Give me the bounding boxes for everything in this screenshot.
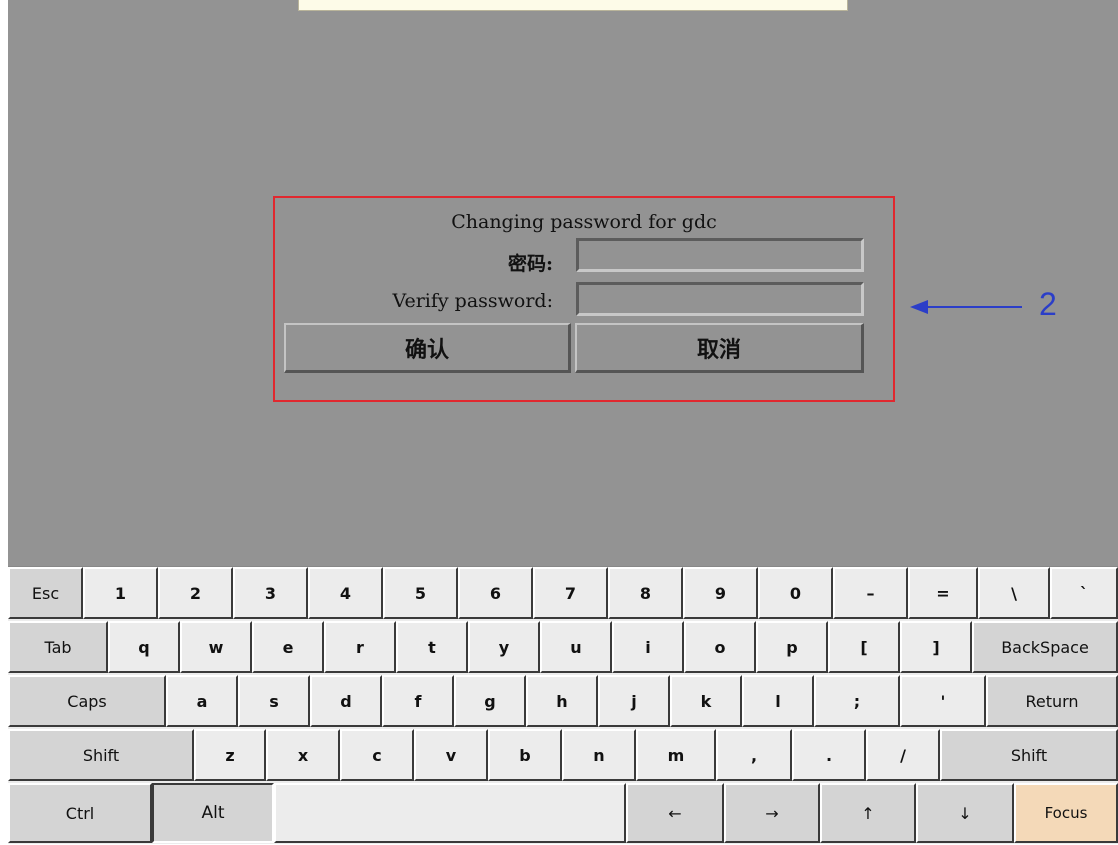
desktop-background: Changing password for gdc 密码: Verify pas…	[8, 0, 1118, 566]
keyboard-row-controls: Ctrl Alt ← → ↑ ↓ Focus	[8, 783, 1118, 845]
key-1[interactable]: 1	[83, 567, 158, 619]
key-j[interactable]: j	[598, 675, 670, 727]
key-apostrophe[interactable]: '	[900, 675, 986, 727]
key-esc[interactable]: Esc	[8, 567, 83, 619]
dialog-title: Changing password for gdc	[451, 211, 717, 233]
key-k[interactable]: k	[670, 675, 742, 727]
key-arrow-left[interactable]: ←	[626, 783, 724, 843]
key-n[interactable]: n	[562, 729, 636, 781]
key-semicolon[interactable]: ;	[814, 675, 900, 727]
key-t[interactable]: t	[396, 621, 468, 673]
key-p[interactable]: p	[756, 621, 828, 673]
key-tab[interactable]: Tab	[8, 621, 108, 673]
key-9[interactable]: 9	[683, 567, 758, 619]
key-b[interactable]: b	[488, 729, 562, 781]
key-q[interactable]: q	[108, 621, 180, 673]
key-g[interactable]: g	[454, 675, 526, 727]
key-focus[interactable]: Focus	[1014, 783, 1118, 843]
keyboard-row-numbers: Esc 1 2 3 4 5 6 7 8 9 0 – = \ `	[8, 567, 1118, 621]
keyboard-row-qwerty: Tab q w e r t y u i o p [ ] BackSpace	[8, 621, 1118, 675]
key-s[interactable]: s	[238, 675, 310, 727]
key-w[interactable]: w	[180, 621, 252, 673]
key-arrow-up[interactable]: ↑	[820, 783, 916, 843]
key-8[interactable]: 8	[608, 567, 683, 619]
key-2[interactable]: 2	[158, 567, 233, 619]
key-v[interactable]: v	[414, 729, 488, 781]
verify-password-field[interactable]	[576, 282, 864, 316]
key-r[interactable]: r	[324, 621, 396, 673]
verify-password-label: Verify password:	[392, 290, 553, 312]
key-minus[interactable]: –	[833, 567, 908, 619]
password-label: 密码:	[507, 253, 553, 275]
key-i[interactable]: i	[612, 621, 684, 673]
key-comma[interactable]: ,	[716, 729, 792, 781]
key-alt[interactable]: Alt	[152, 783, 274, 843]
key-3[interactable]: 3	[233, 567, 308, 619]
key-shift-left[interactable]: Shift	[8, 729, 194, 781]
key-f[interactable]: f	[382, 675, 454, 727]
key-d[interactable]: d	[310, 675, 382, 727]
key-return[interactable]: Return	[986, 675, 1118, 727]
change-password-dialog: Changing password for gdc 密码: Verify pas…	[273, 196, 895, 402]
window-edge	[298, 0, 848, 11]
key-6[interactable]: 6	[458, 567, 533, 619]
annotation-number: 2	[1039, 286, 1057, 322]
key-a[interactable]: a	[166, 675, 238, 727]
key-e[interactable]: e	[252, 621, 324, 673]
key-m[interactable]: m	[636, 729, 716, 781]
key-slash[interactable]: /	[866, 729, 940, 781]
keyboard-row-bottom-letters: Shift z x c v b n m , . / Shift	[8, 729, 1118, 783]
annotation-arrow-icon	[910, 300, 1022, 314]
key-backslash[interactable]: \	[978, 567, 1050, 619]
key-o[interactable]: o	[684, 621, 756, 673]
key-right-bracket[interactable]: ]	[900, 621, 972, 673]
key-7[interactable]: 7	[533, 567, 608, 619]
key-backspace[interactable]: BackSpace	[972, 621, 1118, 673]
key-4[interactable]: 4	[308, 567, 383, 619]
key-u[interactable]: u	[540, 621, 612, 673]
keyboard-row-home: Caps a s d f g h j k l ; ' Return	[8, 675, 1118, 729]
key-left-bracket[interactable]: [	[828, 621, 900, 673]
key-arrow-down[interactable]: ↓	[916, 783, 1014, 843]
key-backtick[interactable]: `	[1050, 567, 1118, 619]
key-h[interactable]: h	[526, 675, 598, 727]
key-period[interactable]: .	[792, 729, 866, 781]
cancel-button[interactable]: 取消	[575, 323, 864, 373]
key-caps[interactable]: Caps	[8, 675, 166, 727]
key-space[interactable]	[274, 783, 626, 843]
key-5[interactable]: 5	[383, 567, 458, 619]
key-arrow-right[interactable]: →	[724, 783, 820, 843]
key-ctrl[interactable]: Ctrl	[8, 783, 152, 843]
confirm-button[interactable]: 确认	[284, 323, 571, 373]
key-equals[interactable]: =	[908, 567, 978, 619]
key-l[interactable]: l	[742, 675, 814, 727]
key-y[interactable]: y	[468, 621, 540, 673]
key-x[interactable]: x	[266, 729, 340, 781]
key-c[interactable]: c	[340, 729, 414, 781]
key-0[interactable]: 0	[758, 567, 833, 619]
password-field[interactable]	[576, 238, 864, 272]
key-z[interactable]: z	[194, 729, 266, 781]
on-screen-keyboard: Esc 1 2 3 4 5 6 7 8 9 0 – = \ ` Tab q w …	[8, 566, 1118, 844]
key-shift-right[interactable]: Shift	[940, 729, 1118, 781]
